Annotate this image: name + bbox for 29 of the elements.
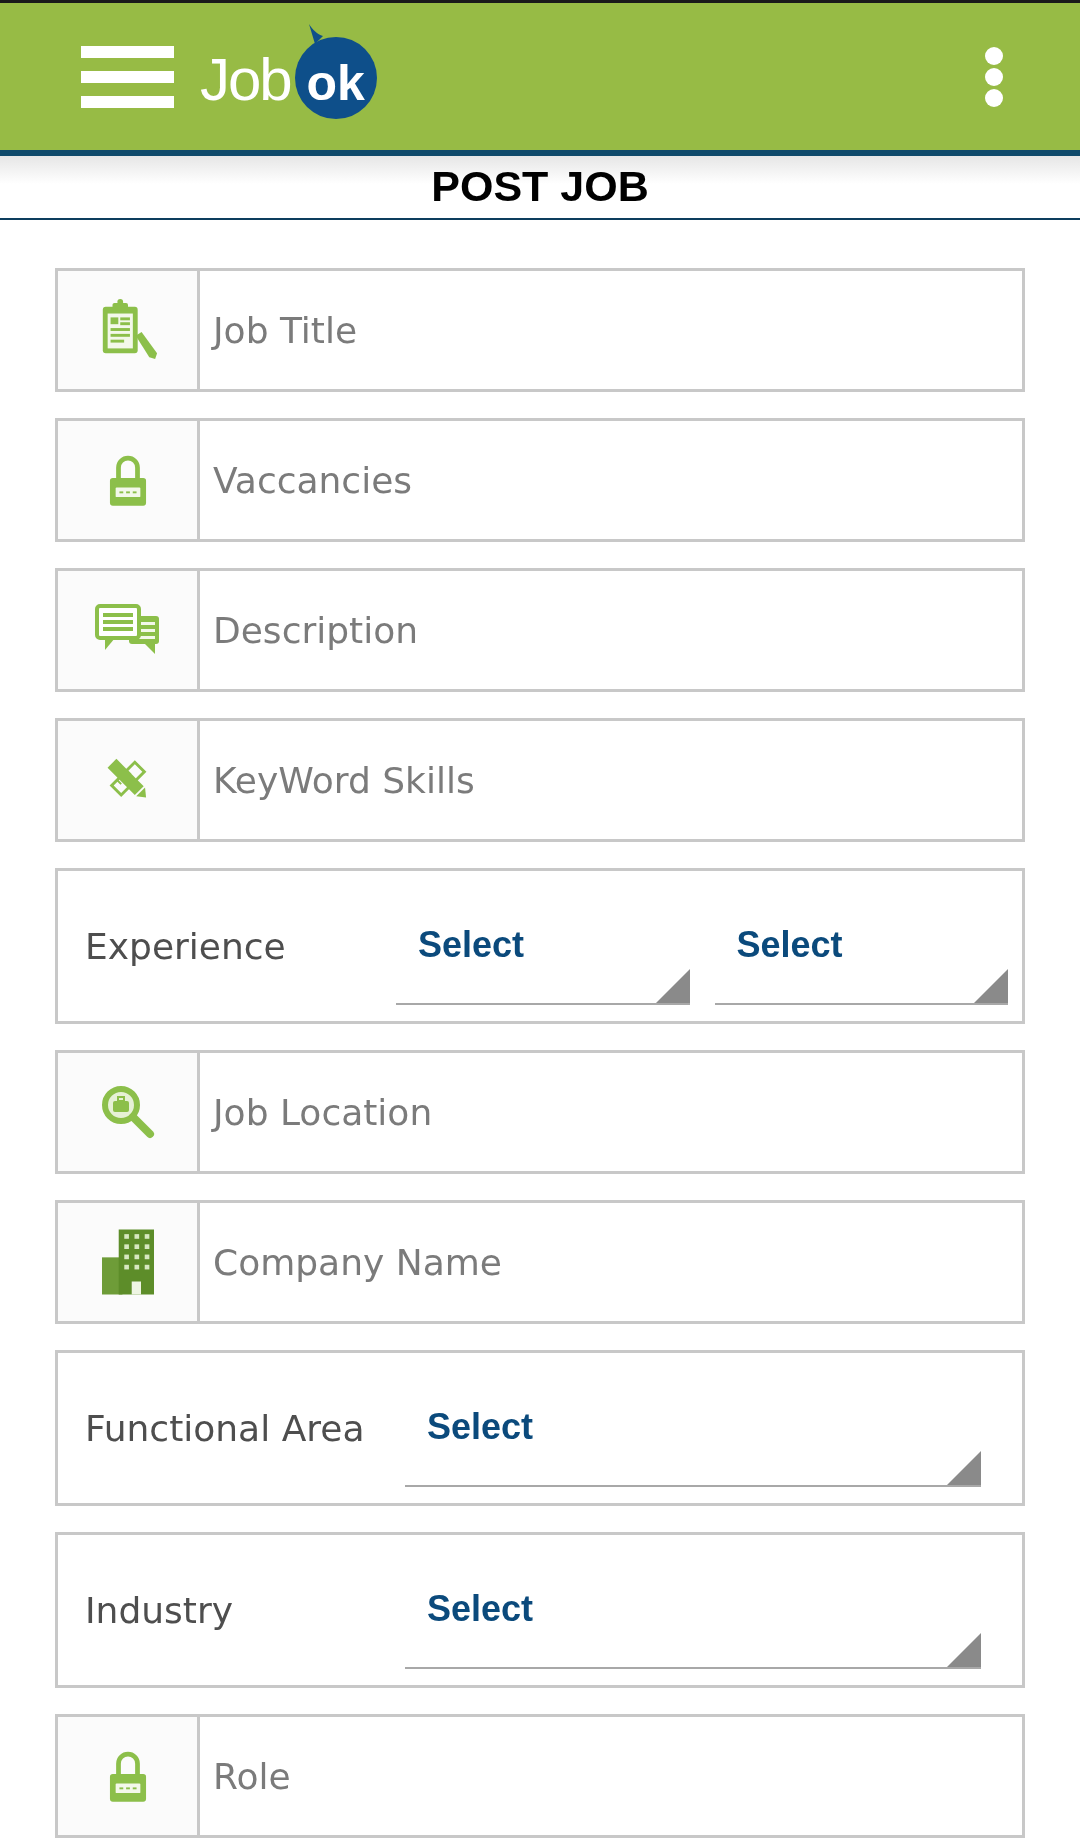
magnifier-icon: [55, 1050, 200, 1174]
dropdown[interactable]: Select: [405, 1387, 981, 1487]
field-label: Industry: [85, 1589, 235, 1631]
field-label: Functional Area: [85, 1407, 366, 1449]
input-field[interactable]: Job Title: [197, 268, 1025, 392]
dropdown-triangle-icon: [974, 969, 1008, 1003]
input-field[interactable]: Description: [197, 568, 1025, 692]
field-label: Experience: [85, 925, 287, 967]
more-options-icon[interactable]: [984, 45, 1004, 108]
padlock-icon: [55, 418, 200, 542]
input-field[interactable]: Company Name: [197, 1200, 1025, 1324]
dropdown-triangle-icon: [947, 1451, 981, 1485]
input-field[interactable]: Role: [197, 1714, 1025, 1838]
padlock-icon: [55, 1714, 200, 1838]
pencil-ruler-icon: [55, 718, 200, 842]
building-icon: [55, 1200, 200, 1324]
logo-text: Job: [200, 49, 291, 110]
dropdown[interactable]: Select: [396, 905, 690, 1005]
dropdown-triangle-icon: [655, 969, 690, 1003]
menu-icon[interactable]: [81, 45, 174, 108]
clipboard-icon: [55, 268, 200, 392]
input-field[interactable]: Job Location: [197, 1050, 1025, 1174]
page-title: POST JOB: [431, 163, 649, 211]
dropdown[interactable]: Select: [405, 1569, 981, 1669]
dropdown-triangle-icon: [947, 1633, 981, 1667]
input-field[interactable]: Vaccancies: [197, 418, 1025, 542]
input-field[interactable]: KeyWord Skills: [197, 718, 1025, 842]
dropdown[interactable]: Select: [714, 905, 1008, 1005]
chat-bubbles-icon: [55, 568, 200, 692]
